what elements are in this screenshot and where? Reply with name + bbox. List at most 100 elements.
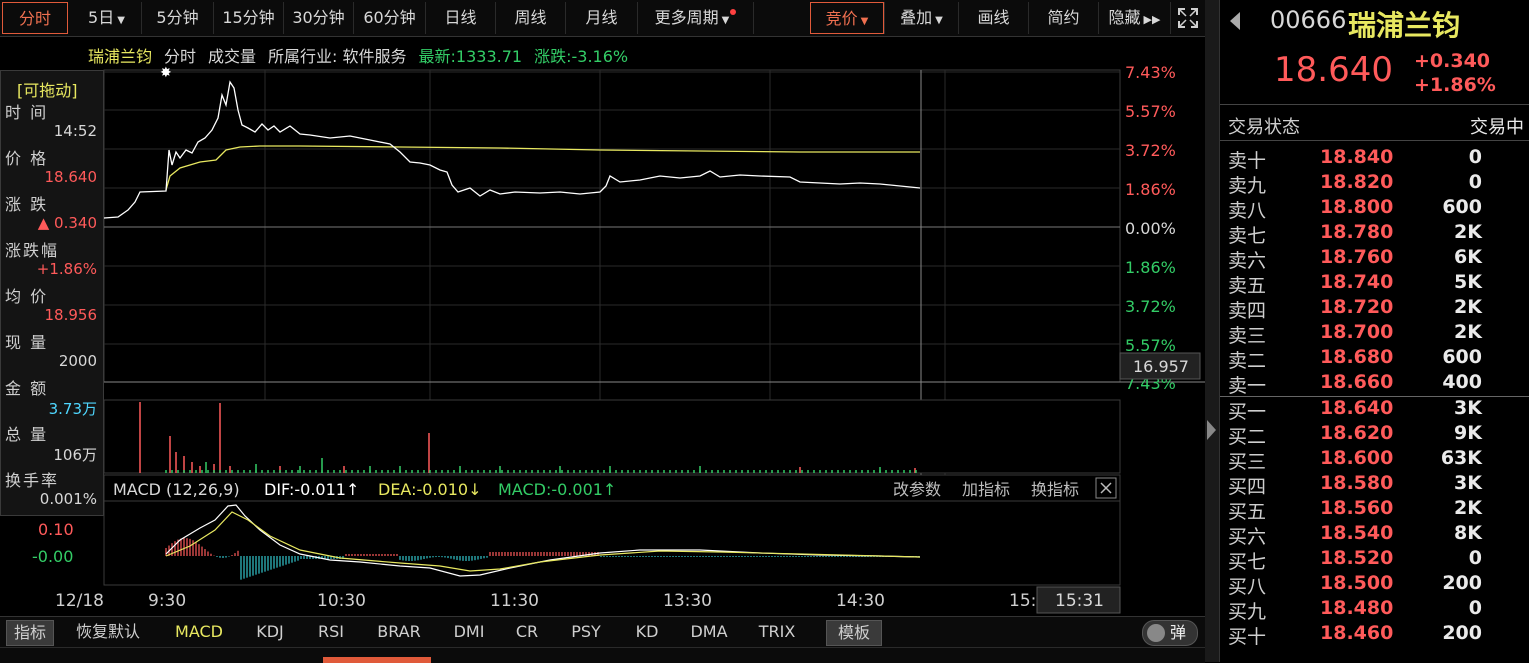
info-label: 涨 跌 <box>5 195 49 214</box>
bid-row[interactable]: 买二 18.620 9K <box>1226 422 1526 448</box>
axis-tick-label: 0.00% <box>1125 219 1176 238</box>
tab-trix[interactable]: TRIX <box>752 620 802 644</box>
bid-vol: 2K <box>1454 497 1482 519</box>
ask-price: 18.780 <box>1320 221 1394 243</box>
bid-row[interactable]: 买七 18.520 0 <box>1226 547 1526 573</box>
ask-label: 卖四 <box>1228 300 1267 322</box>
macd-switch-indicator-button[interactable]: 换指标 <box>1031 480 1079 499</box>
tab-dma[interactable]: DMA <box>684 620 734 644</box>
bid-label: 买二 <box>1228 426 1267 448</box>
ask-row[interactable]: 卖九 18.820 0 <box>1226 171 1526 197</box>
current-value-label: 16.957 <box>1133 357 1189 376</box>
bid-row[interactable]: 买十 18.460 200 <box>1226 622 1526 648</box>
bid-label: 买五 <box>1228 501 1267 523</box>
hide-button[interactable]: 隐藏 ▶▶ <box>1098 2 1170 34</box>
macd-add-indicator-button[interactable]: 加指标 <box>962 480 1010 499</box>
ask-price: 18.840 <box>1320 146 1394 168</box>
toggle-knob <box>1147 624 1165 642</box>
simple-mode-button[interactable]: 简约 <box>1028 2 1098 34</box>
macd-edit-params-button[interactable]: 改参数 <box>893 480 941 499</box>
period-tab-more[interactable]: 更多周期 ▼ <box>638 2 754 34</box>
bid-row[interactable]: 买三 18.600 63K <box>1226 447 1526 473</box>
popup-toggle[interactable]: 弹 <box>1142 620 1198 646</box>
button-label: 简约 <box>1047 8 1080 27</box>
axis-tick-label: 3.72% <box>1125 297 1176 316</box>
info-value: 18.640 <box>44 168 98 186</box>
ask-row[interactable]: 卖七 18.780 2K <box>1226 221 1526 247</box>
last-price: 18.640 <box>1274 50 1393 90</box>
intraday-chart[interactable]: ✸ 7.43% 5.57% 3.72% 1.86% 0.00% 1.86% 3.72% 5.5… <box>0 36 1205 616</box>
tab-kdj[interactable]: KDJ <box>248 620 292 644</box>
ask-row[interactable]: 卖二 18.680 600 <box>1226 346 1526 372</box>
period-tab-monthly[interactable]: 月线 <box>566 2 638 34</box>
tab-dmi[interactable]: DMI <box>448 620 490 644</box>
tab-brar[interactable]: BRAR <box>370 620 428 644</box>
info-label: 均 价 <box>5 287 49 306</box>
quote-panel: 00666 瑞浦兰钧 18.640 +0.340 +1.86% 交易状态 交易中… <box>1219 0 1529 662</box>
bid-row[interactable]: 买五 18.560 2K <box>1226 497 1526 523</box>
bid-vol: 200 <box>1442 622 1482 644</box>
ask-row[interactable]: 卖八 18.800 600 <box>1226 196 1526 222</box>
period-label: 5分钟 <box>156 8 199 27</box>
bid-price: 18.600 <box>1320 447 1394 469</box>
ask-row[interactable]: 卖一 18.660 400 <box>1226 371 1526 397</box>
period-label: 日线 <box>444 8 477 27</box>
template-button[interactable]: 模板 <box>826 620 882 646</box>
crosshair-info-panel[interactable]: [可拖动] 时 间 14:52 价 格 18.640 涨 跌 ▲ 0.340 涨跌幅 +1.8… <box>0 70 104 516</box>
tab-psy[interactable]: PSY <box>562 620 610 644</box>
period-tab-daily[interactable]: 日线 <box>426 2 496 34</box>
ask-row[interactable]: 卖四 18.720 2K <box>1226 296 1526 322</box>
period-tab-weekly[interactable]: 周线 <box>496 2 566 34</box>
period-tab-15min[interactable]: 15分钟 <box>214 2 284 34</box>
ask-row[interactable]: 卖五 18.740 5K <box>1226 271 1526 297</box>
chevron-down-icon: ▼ <box>117 15 125 26</box>
ask-row[interactable]: 卖三 18.700 2K <box>1226 321 1526 347</box>
ask-row[interactable]: 卖十 18.840 0 <box>1226 146 1526 172</box>
ask-row[interactable]: 卖六 18.760 6K <box>1226 246 1526 272</box>
period-tab-30min[interactable]: 30分钟 <box>284 2 354 34</box>
overlay-button[interactable]: 叠加 ▼ <box>884 2 958 34</box>
price-change: +0.340 <box>1414 50 1491 72</box>
fullscreen-button[interactable] <box>1170 2 1204 34</box>
period-tab-60min[interactable]: 60分钟 <box>354 2 426 34</box>
period-tab-5day[interactable]: 5日 ▼ <box>72 2 142 34</box>
ask-label: 卖一 <box>1228 375 1267 397</box>
restore-default-button[interactable]: 恢复默认 <box>70 620 146 644</box>
time-label: 11:30 <box>490 591 539 611</box>
bid-row[interactable]: 买九 18.480 0 <box>1226 597 1526 623</box>
tab-kd[interactable]: KD <box>628 620 666 644</box>
horizontal-scrollbar[interactable] <box>0 647 1205 663</box>
tab-macd[interactable]: MACD <box>170 620 228 644</box>
button-label: 隐藏 <box>1108 8 1141 27</box>
bid-row[interactable]: 买四 18.580 3K <box>1226 472 1526 498</box>
bid-vol: 9K <box>1454 422 1482 444</box>
scrollbar-thumb[interactable] <box>323 657 431 663</box>
ask-label: 卖九 <box>1228 175 1267 197</box>
ask-label: 卖八 <box>1228 200 1267 222</box>
draw-line-button[interactable]: 画线 <box>958 2 1028 34</box>
bid-row[interactable]: 买八 18.500 200 <box>1226 572 1526 598</box>
auction-button[interactable]: 竞价 ▼ <box>810 2 884 34</box>
info-label: 现 量 <box>5 333 49 352</box>
ask-vol: 0 <box>1468 146 1482 168</box>
period-tab-intraday[interactable]: 分时 <box>2 2 68 34</box>
axis-tick-label: 5.57% <box>1125 102 1176 121</box>
ask-vol: 600 <box>1442 196 1482 218</box>
period-tab-5min[interactable]: 5分钟 <box>142 2 214 34</box>
collapse-arrow-icon <box>1207 420 1216 440</box>
bid-label: 买八 <box>1228 576 1267 598</box>
panel-splitter[interactable] <box>1205 0 1219 662</box>
bid-row[interactable]: 买一 18.640 3K <box>1226 397 1526 423</box>
ask-vol: 2K <box>1454 221 1482 243</box>
macd-value: MACD:-0.001↑ <box>498 480 616 499</box>
info-value: +1.86% <box>36 260 97 278</box>
bid-vol: 8K <box>1454 522 1482 544</box>
tab-rsi[interactable]: RSI <box>310 620 352 644</box>
stock-code: 00666 <box>1270 6 1347 34</box>
indicator-tab-label[interactable]: 指标 <box>6 620 54 646</box>
axis-tick-label: 7.43% <box>1125 63 1176 82</box>
drag-handle[interactable]: [可拖动] <box>17 77 78 101</box>
previous-stock-icon[interactable] <box>1230 12 1240 30</box>
bid-row[interactable]: 买六 18.540 8K <box>1226 522 1526 548</box>
tab-cr[interactable]: CR <box>508 620 546 644</box>
